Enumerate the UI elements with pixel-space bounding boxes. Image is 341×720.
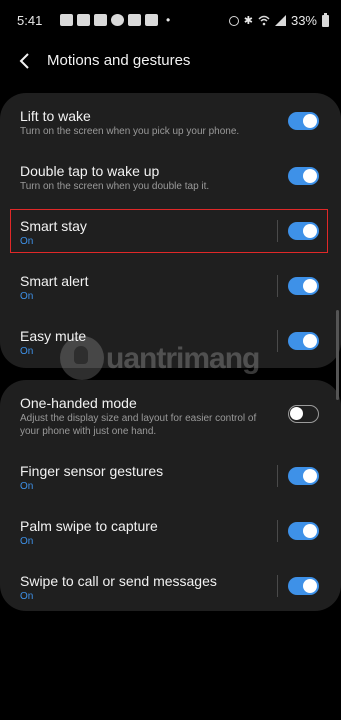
setting-row-swipe-to-call[interactable]: Swipe to call or send messages On: [0, 558, 341, 611]
toggle-knob: [290, 407, 303, 420]
setting-title: Double tap to wake up: [20, 163, 160, 179]
email-icon: [145, 14, 158, 26]
more-notifications-icon: •: [166, 13, 171, 27]
toggle-knob: [303, 579, 317, 593]
setting-subtitle: On: [20, 481, 34, 492]
setting-row-palm-swipe[interactable]: Palm swipe to capture On: [0, 503, 341, 558]
setting-row-lift-to-wake[interactable]: Lift to wake Turn on the screen when you…: [0, 93, 341, 148]
settings-group-2: One-handed mode Adjust the display size …: [0, 380, 341, 611]
divider: [277, 520, 278, 542]
setting-row-double-tap[interactable]: Double tap to wake up Turn on the screen…: [0, 148, 341, 203]
setting-title: Smart alert: [20, 273, 89, 289]
setting-title: Palm swipe to capture: [20, 518, 158, 534]
status-bar: 5:41 • ✱ 33%: [0, 0, 341, 44]
scrollbar[interactable]: [336, 310, 339, 400]
setting-row-smart-alert[interactable]: Smart alert On: [0, 258, 341, 313]
toggle-knob: [303, 524, 317, 538]
messenger-icon: [111, 14, 124, 26]
setting-title: Lift to wake: [20, 108, 91, 124]
setting-subtitle: On: [20, 536, 34, 547]
facebook-icon: [60, 14, 73, 26]
setting-subtitle: Turn on the screen when you pick up your…: [20, 126, 240, 137]
watermark: uantrimang: [60, 336, 290, 384]
app-header: Motions and gestures: [0, 44, 341, 78]
setting-row-finger-sensor[interactable]: Finger sensor gestures On: [0, 448, 341, 503]
setting-title: Finger sensor gestures: [20, 463, 164, 479]
divider: [277, 575, 278, 597]
smart-stay-highlight-box: [10, 209, 328, 253]
setting-row-one-handed-mode[interactable]: One-handed mode Adjust the display size …: [0, 380, 341, 448]
swipe-to-call-toggle[interactable]: [288, 577, 319, 595]
wifi-icon: [258, 15, 270, 26]
page-title: Motions and gestures: [47, 52, 191, 69]
finger-sensor-toggle[interactable]: [288, 467, 319, 485]
one-handed-mode-toggle[interactable]: [288, 405, 319, 423]
setting-title: Swipe to call or send messages: [20, 573, 217, 589]
signal-icon: [274, 15, 286, 26]
setting-title: One-handed mode: [20, 395, 137, 411]
toggle-knob: [303, 279, 317, 293]
lift-to-wake-toggle[interactable]: [288, 112, 319, 130]
notification-icons: •: [60, 14, 170, 26]
lightbulb-logo-icon: [60, 336, 104, 380]
divider: [277, 465, 278, 487]
setting-subtitle: Turn on the screen when you double tap i…: [20, 181, 210, 192]
palm-swipe-toggle[interactable]: [288, 522, 319, 540]
toggle-knob: [303, 169, 317, 183]
easy-mute-toggle[interactable]: [288, 332, 319, 350]
battery-percent: 33%: [290, 13, 317, 28]
toggle-knob: [303, 469, 317, 483]
setting-subtitle: Adjust the display size and layout for e…: [20, 413, 257, 437]
gallery-icon: [128, 14, 141, 26]
double-tap-toggle[interactable]: [288, 167, 319, 185]
watermark-text: uantrimang: [106, 342, 260, 375]
system-icons: ✱ 33%: [228, 12, 329, 28]
facebook-icon: [94, 14, 107, 26]
toggle-knob: [303, 114, 317, 128]
bluetooth-icon: ✱: [243, 15, 253, 27]
smart-alert-toggle[interactable]: [288, 277, 319, 295]
alarm-icon: [228, 15, 239, 26]
battery-icon: [322, 12, 329, 27]
status-time: 5:41: [17, 13, 43, 28]
setting-subtitle: On: [20, 591, 34, 602]
toggle-knob: [303, 334, 317, 348]
setting-subtitle: On: [20, 291, 34, 302]
divider: [277, 275, 278, 297]
facebook-icon: [77, 14, 90, 26]
back-arrow-icon[interactable]: [18, 52, 34, 70]
